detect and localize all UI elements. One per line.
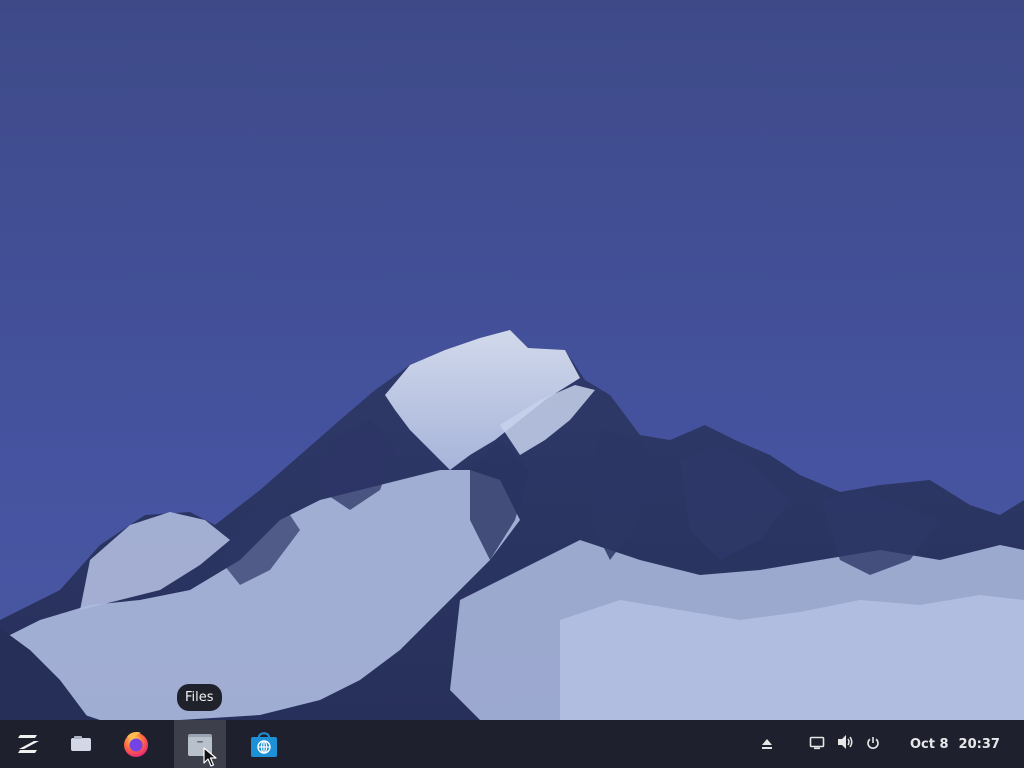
power-button[interactable] <box>862 720 884 768</box>
files-launcher[interactable] <box>174 720 226 768</box>
mountain-wallpaper <box>0 0 1024 768</box>
screen-icon <box>809 735 825 754</box>
volume-button[interactable] <box>834 720 856 768</box>
volume-icon <box>836 734 854 754</box>
firefox-launcher[interactable] <box>110 720 162 768</box>
software-store-icon <box>249 729 279 759</box>
clock-time: 20:37 <box>958 736 1000 752</box>
power-icon <box>866 735 880 754</box>
workspace-switcher-icon <box>69 735 93 753</box>
mouse-pointer-icon <box>203 747 217 767</box>
eject-button[interactable] <box>757 720 777 768</box>
firefox-icon <box>121 729 151 759</box>
files-tooltip: Files <box>177 684 222 711</box>
clock[interactable]: Oct 8 20:37 <box>910 720 1000 768</box>
zorin-menu-button[interactable] <box>2 720 54 768</box>
taskbar: Oct 8 20:37 <box>0 720 1024 768</box>
zorin-logo-icon <box>15 732 41 756</box>
software-store-launcher[interactable] <box>238 720 290 768</box>
screen-button[interactable] <box>806 720 828 768</box>
workspace-switcher-button[interactable] <box>55 720 107 768</box>
clock-date: Oct 8 <box>910 736 949 752</box>
desktop: Files Oct 8 20:37 <box>0 0 1024 768</box>
eject-icon <box>761 735 773 754</box>
